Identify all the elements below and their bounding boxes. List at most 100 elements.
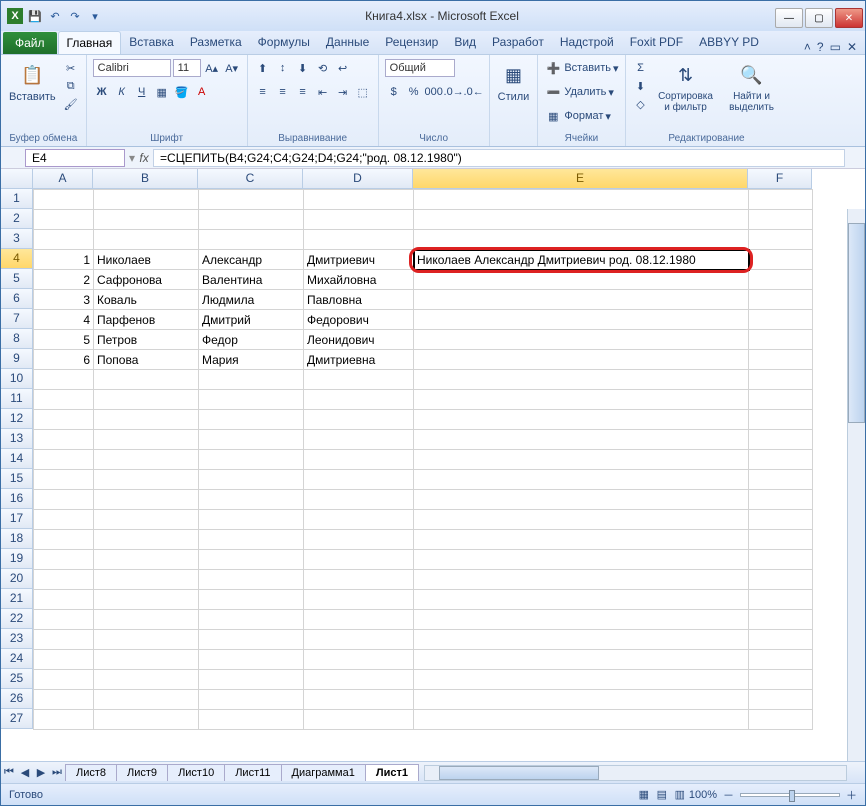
- cell-D22[interactable]: [304, 610, 414, 630]
- row-header-5[interactable]: 5: [1, 269, 33, 289]
- sheet-nav-3[interactable]: ⏭: [49, 766, 65, 779]
- cell-E17[interactable]: [414, 510, 749, 530]
- cell-B19[interactable]: [94, 550, 199, 570]
- border-icon[interactable]: ▦: [153, 83, 171, 101]
- cell-C7[interactable]: Дмитрий: [199, 310, 304, 330]
- undo-icon[interactable]: ↶: [47, 8, 63, 24]
- cell-A24[interactable]: [34, 650, 94, 670]
- cell-C14[interactable]: [199, 450, 304, 470]
- cell-E8[interactable]: [414, 330, 749, 350]
- ribbon-tab-данные[interactable]: Данные: [318, 31, 377, 54]
- copy-icon[interactable]: ⧉: [62, 77, 80, 95]
- font-name-select[interactable]: Calibri: [93, 59, 171, 77]
- sheet-tab-Лист11[interactable]: Лист11: [224, 764, 281, 781]
- cell-A12[interactable]: [34, 410, 94, 430]
- row-header-16[interactable]: 16: [1, 489, 33, 509]
- cell-C11[interactable]: [199, 390, 304, 410]
- cell-B22[interactable]: [94, 610, 199, 630]
- cell-E25[interactable]: [414, 670, 749, 690]
- cell-B27[interactable]: [94, 710, 199, 730]
- align-bottom-icon[interactable]: ⬇: [294, 59, 312, 77]
- wrap-text-icon[interactable]: ↩: [334, 59, 352, 77]
- cell-B26[interactable]: [94, 690, 199, 710]
- cell-D18[interactable]: [304, 530, 414, 550]
- cell-D8[interactable]: Леонидович: [304, 330, 414, 350]
- cell-F4[interactable]: [749, 250, 813, 270]
- zoom-in-button[interactable]: ＋: [846, 787, 857, 803]
- mdi-close-icon[interactable]: ✕: [847, 40, 857, 54]
- sheet-tab-Лист9[interactable]: Лист9: [116, 764, 168, 781]
- row-header-6[interactable]: 6: [1, 289, 33, 309]
- cell-E11[interactable]: [414, 390, 749, 410]
- cell-A13[interactable]: [34, 430, 94, 450]
- cell-C27[interactable]: [199, 710, 304, 730]
- cell-B9[interactable]: Попова: [94, 350, 199, 370]
- cell-B20[interactable]: [94, 570, 199, 590]
- cell-F27[interactable]: [749, 710, 813, 730]
- qat-dropdown-icon[interactable]: ▾: [87, 8, 103, 24]
- row-header-10[interactable]: 10: [1, 369, 33, 389]
- cell-E4[interactable]: Николаев Александр Дмитриевич род. 08.12…: [414, 250, 749, 270]
- cell-F20[interactable]: [749, 570, 813, 590]
- cell-A5[interactable]: 2: [34, 270, 94, 290]
- cell-A27[interactable]: [34, 710, 94, 730]
- styles-button[interactable]: ▦ Стили: [496, 59, 532, 105]
- cell-F6[interactable]: [749, 290, 813, 310]
- cell-A16[interactable]: [34, 490, 94, 510]
- cell-B24[interactable]: [94, 650, 199, 670]
- cell-F10[interactable]: [749, 370, 813, 390]
- column-header-E[interactable]: E: [413, 169, 748, 189]
- row-header-24[interactable]: 24: [1, 649, 33, 669]
- cell-C9[interactable]: Мария: [199, 350, 304, 370]
- cell-A26[interactable]: [34, 690, 94, 710]
- view-pagebreak-icon[interactable]: ▥: [671, 786, 689, 804]
- cell-A8[interactable]: 5: [34, 330, 94, 350]
- cell-F5[interactable]: [749, 270, 813, 290]
- cell-E24[interactable]: [414, 650, 749, 670]
- cell-E19[interactable]: [414, 550, 749, 570]
- row-header-3[interactable]: 3: [1, 229, 33, 249]
- row-header-4[interactable]: 4: [1, 249, 33, 269]
- redo-icon[interactable]: ↷: [67, 8, 83, 24]
- worksheet-grid[interactable]: ABCDEF 123456789101112131415161718192021…: [1, 169, 865, 761]
- increase-decimal-icon[interactable]: .0→: [445, 83, 463, 101]
- sheet-tab-Лист8[interactable]: Лист8: [65, 764, 117, 781]
- ribbon-tab-формулы[interactable]: Формулы: [250, 31, 318, 54]
- fill-icon[interactable]: ⬇: [632, 77, 650, 95]
- cell-D4[interactable]: Дмитриевич: [304, 250, 414, 270]
- ribbon-tab-надстрой[interactable]: Надстрой: [552, 31, 622, 54]
- cell-D2[interactable]: [304, 210, 414, 230]
- italic-button[interactable]: К: [113, 83, 131, 101]
- cell-B15[interactable]: [94, 470, 199, 490]
- cell-B1[interactable]: [94, 190, 199, 210]
- cell-C16[interactable]: [199, 490, 304, 510]
- file-tab[interactable]: Файл: [3, 32, 57, 54]
- row-header-27[interactable]: 27: [1, 709, 33, 729]
- increase-indent-icon[interactable]: ⇥: [334, 83, 352, 101]
- decrease-indent-icon[interactable]: ⇤: [314, 83, 332, 101]
- cell-E1[interactable]: [414, 190, 749, 210]
- cell-C24[interactable]: [199, 650, 304, 670]
- cell-B21[interactable]: [94, 590, 199, 610]
- ribbon-tab-abbyy pd[interactable]: ABBYY PD: [691, 31, 767, 54]
- comma-icon[interactable]: 000: [425, 83, 443, 101]
- cell-E2[interactable]: [414, 210, 749, 230]
- font-color-icon[interactable]: A: [193, 83, 211, 101]
- zoom-out-button[interactable]: －: [723, 787, 734, 803]
- column-header-A[interactable]: A: [33, 169, 93, 189]
- ribbon-collapse-icon[interactable]: ˄: [804, 40, 811, 54]
- align-center-icon[interactable]: ≡: [274, 83, 292, 101]
- cell-B3[interactable]: Фамилия: [94, 230, 199, 250]
- ribbon-tab-разработ[interactable]: Разработ: [484, 31, 552, 54]
- cell-C6[interactable]: Людмила: [199, 290, 304, 310]
- view-normal-icon[interactable]: ▦: [635, 786, 653, 804]
- cell-A3[interactable]: № п/п: [34, 230, 94, 250]
- cell-D12[interactable]: [304, 410, 414, 430]
- column-header-C[interactable]: C: [198, 169, 303, 189]
- close-button[interactable]: ✕: [835, 8, 863, 28]
- number-format-select[interactable]: Общий: [385, 59, 455, 77]
- name-box[interactable]: E4: [25, 149, 125, 167]
- cell-C3[interactable]: Имя: [199, 230, 304, 250]
- cell-F1[interactable]: [749, 190, 813, 210]
- ribbon-tab-рецензир[interactable]: Рецензир: [377, 31, 446, 54]
